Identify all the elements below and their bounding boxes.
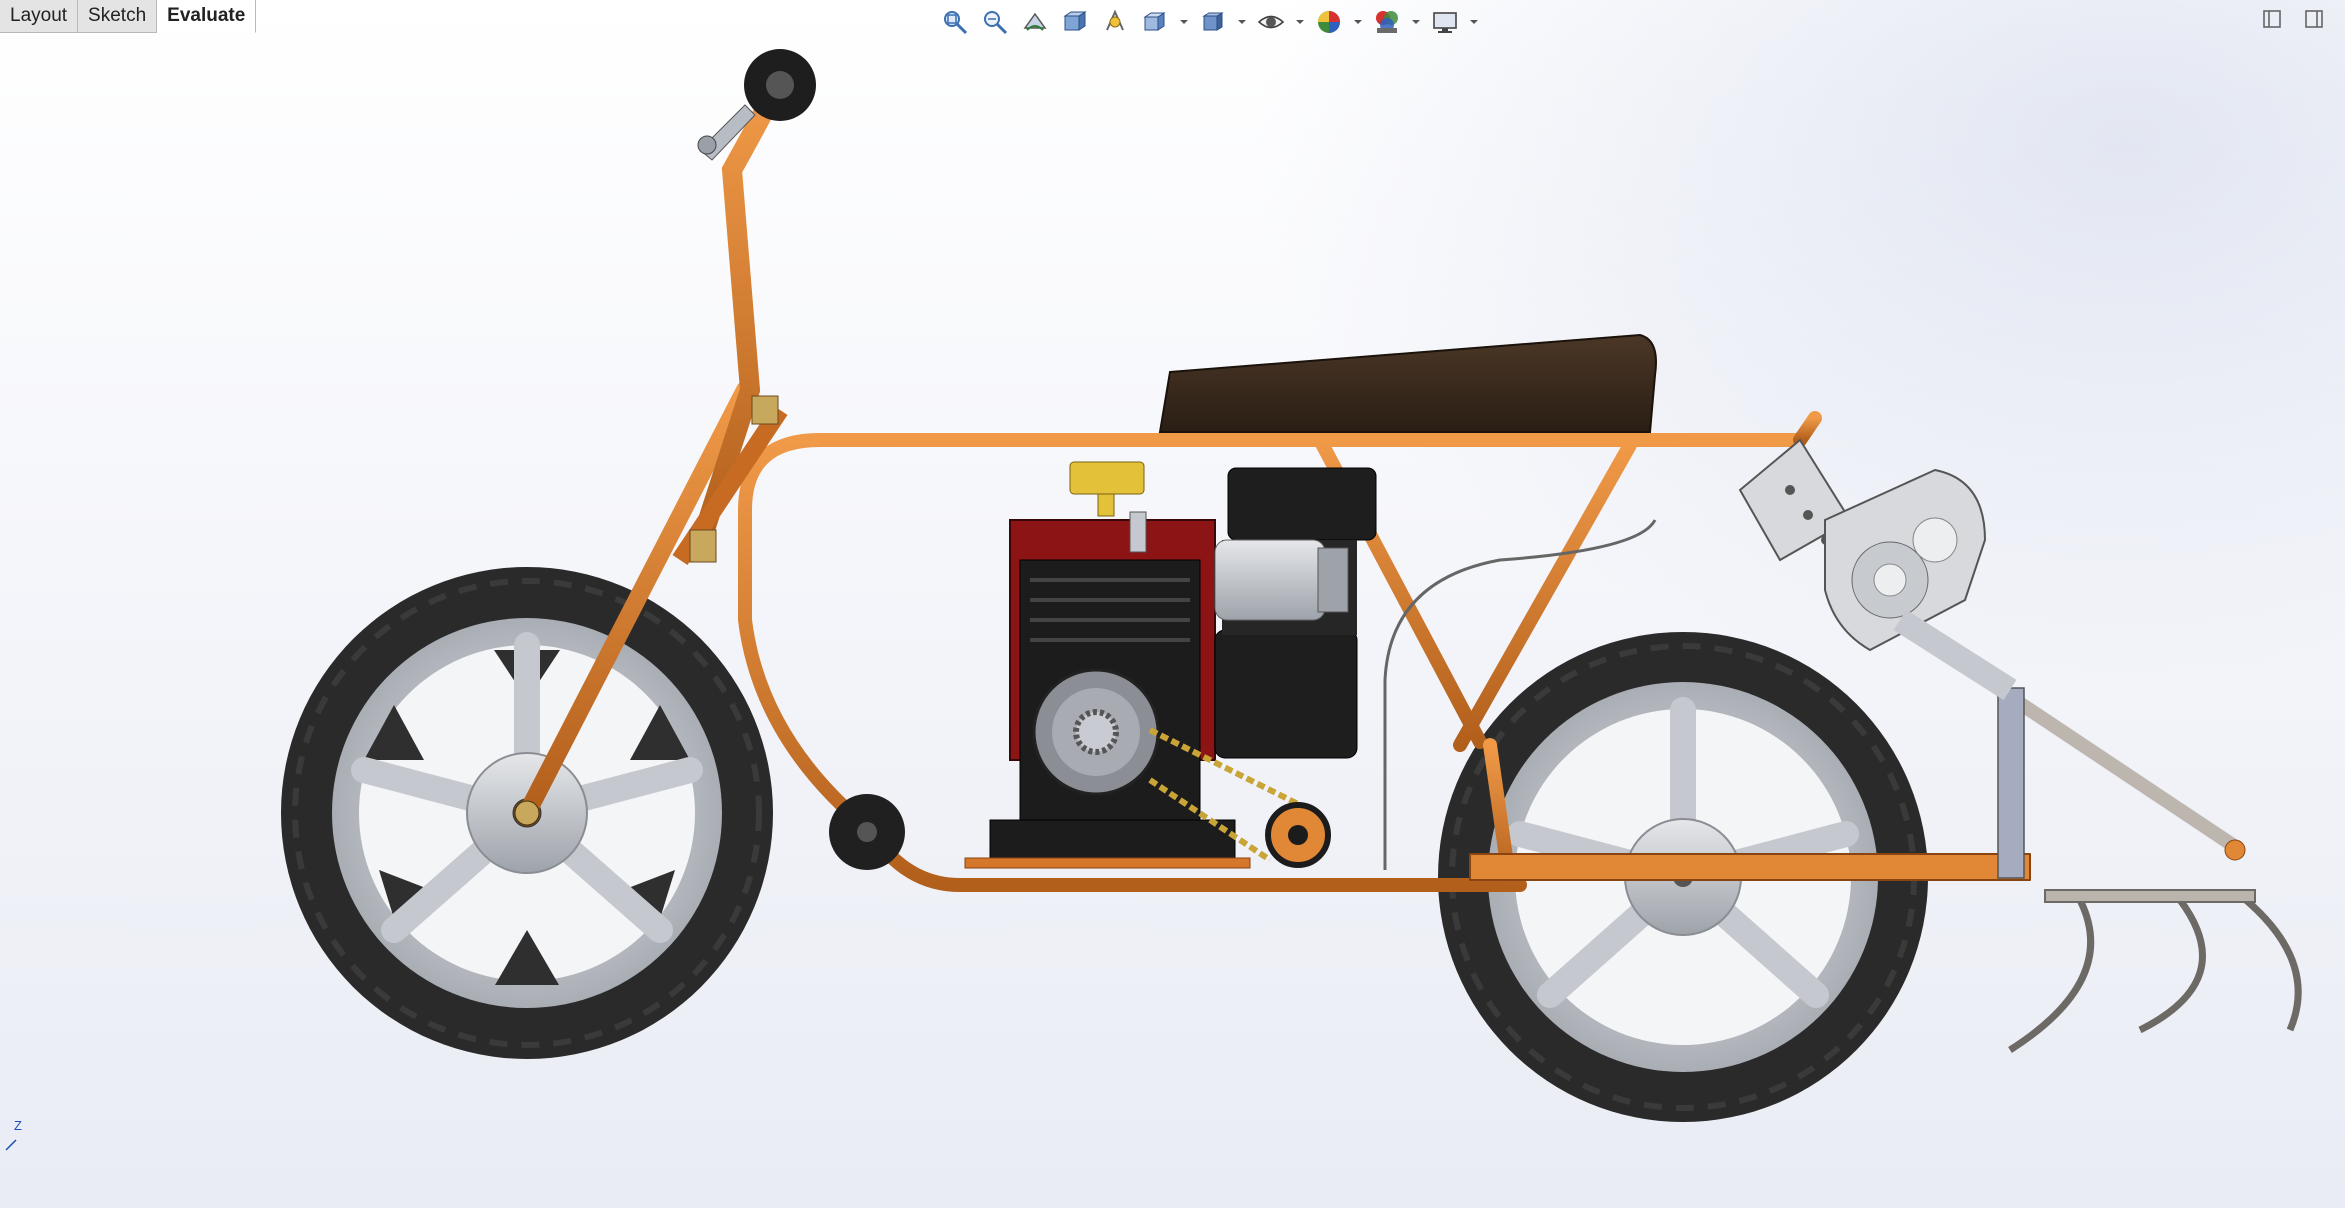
edit-appearance-dropdown[interactable] [1352, 5, 1364, 39]
seat[interactable] [1158, 333, 1657, 433]
viewport-window-controls [2261, 8, 2325, 30]
view-settings-icon[interactable] [1428, 5, 1462, 39]
tab-sketch[interactable]: Sketch [78, 0, 158, 33]
graphics-area[interactable]: Layout Sketch Evaluate Z [0, 0, 2345, 1208]
maximize-viewport-icon[interactable] [2303, 8, 2325, 30]
view-settings-dropdown[interactable] [1468, 5, 1480, 39]
section-view-icon[interactable] [1058, 5, 1092, 39]
edit-appearance-icon[interactable] [1312, 5, 1346, 39]
hide-show-items-icon[interactable] [1254, 5, 1288, 39]
apply-scene-dropdown[interactable] [1410, 5, 1422, 39]
dynamic-annotation-icon[interactable] [1098, 5, 1132, 39]
zoom-to-area-icon[interactable] [978, 5, 1012, 39]
tab-evaluate[interactable]: Evaluate [157, 0, 257, 33]
tab-layout[interactable]: Layout [0, 0, 79, 33]
apply-scene-icon[interactable] [1370, 5, 1404, 39]
motorbike-assembly-model[interactable] [0, 0, 2345, 1208]
restore-viewport-icon[interactable] [2261, 8, 2283, 30]
display-style-icon[interactable] [1196, 5, 1230, 39]
fuel-tank[interactable] [1214, 467, 1377, 759]
reference-triad-icon [5, 1139, 17, 1151]
previous-view-icon[interactable] [1018, 5, 1052, 39]
hide-show-dropdown[interactable] [1294, 5, 1306, 39]
display-style-dropdown[interactable] [1236, 5, 1248, 39]
tiller-linkage[interactable] [1996, 684, 2246, 879]
zoom-to-fit-icon[interactable] [938, 5, 972, 39]
view-orientation-icon[interactable] [1138, 5, 1172, 39]
skid-wheel[interactable] [829, 794, 905, 870]
heads-up-view-toolbar [938, 4, 1480, 40]
cultivator-tines[interactable] [2008, 889, 2302, 1053]
engine[interactable] [964, 461, 1251, 869]
command-tabs: Layout Sketch Evaluate [0, 0, 257, 34]
view-orientation-dropdown[interactable] [1178, 5, 1190, 39]
